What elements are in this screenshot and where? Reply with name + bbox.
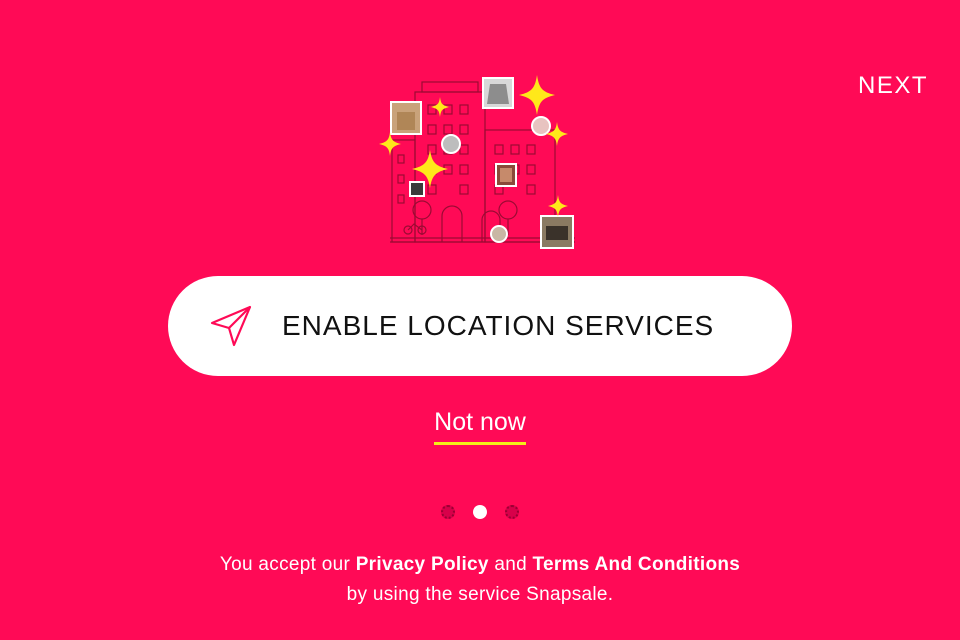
- terms-link[interactable]: Terms And Conditions: [533, 554, 741, 575]
- legal-notice: You accept our Privacy Policy and Terms …: [0, 550, 960, 610]
- enable-location-label: ENABLE LOCATION SERVICES: [282, 310, 715, 341]
- page-dot-3[interactable]: [505, 505, 519, 519]
- not-now-container: Not now: [0, 408, 960, 445]
- privacy-policy-link[interactable]: Privacy Policy: [356, 554, 489, 575]
- next-button[interactable]: NEXT: [858, 72, 928, 100]
- city-map-illustration: [370, 70, 590, 255]
- legal-and: and: [488, 554, 533, 575]
- page-indicator: [0, 505, 960, 519]
- page-dot-2-active[interactable]: [473, 505, 487, 519]
- location-arrow-icon: [208, 303, 254, 349]
- legal-prefix: You accept our: [219, 554, 356, 575]
- page-dot-1[interactable]: [441, 505, 455, 519]
- enable-location-button[interactable]: ENABLE LOCATION SERVICES: [168, 276, 792, 376]
- not-now-link[interactable]: Not now: [434, 408, 526, 445]
- legal-line-1: You accept our Privacy Policy and Terms …: [0, 550, 960, 580]
- legal-line-2: by using the service Snapsale.: [346, 584, 614, 605]
